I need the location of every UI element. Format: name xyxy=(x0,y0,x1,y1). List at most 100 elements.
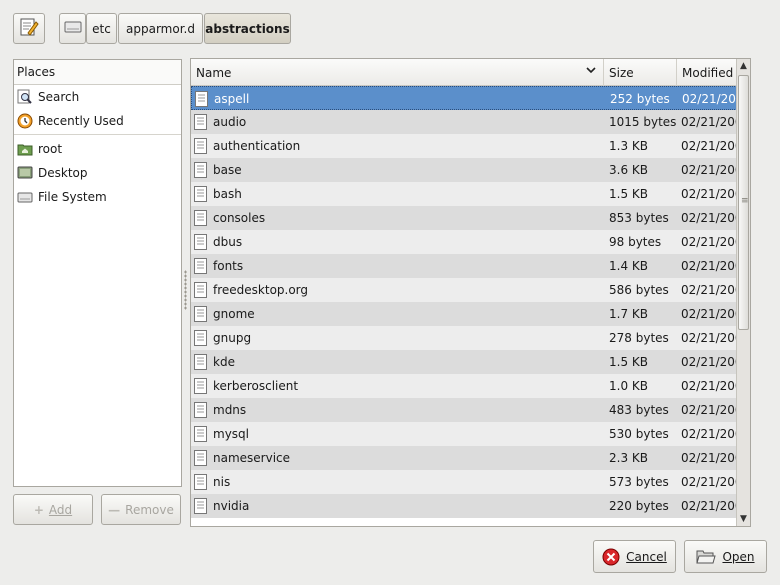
file-row[interactable]: kerberosclient 1.0 KB 02/21/2009 xyxy=(191,374,750,398)
crumb-label: apparmor.d xyxy=(126,21,195,36)
file-row[interactable]: consoles 853 bytes 02/21/2009 xyxy=(191,206,750,230)
open-label: Open xyxy=(722,549,755,564)
places-separator xyxy=(14,134,181,135)
file-name: nvidia xyxy=(213,499,250,513)
file-name: base xyxy=(213,163,242,177)
file-row[interactable]: aspell 252 bytes 02/21/2009 xyxy=(191,86,750,110)
file-row[interactable]: mdns 483 bytes 02/21/2009 xyxy=(191,398,750,422)
file-size: 1.4 KB xyxy=(609,259,648,273)
file-name: consoles xyxy=(213,211,266,225)
column-modified-label: Modified xyxy=(682,66,734,80)
text-file-icon xyxy=(194,114,207,130)
crumb-filesystem[interactable] xyxy=(59,13,86,44)
file-name: authentication xyxy=(213,139,301,153)
drive-icon xyxy=(16,188,34,206)
file-size: 1.5 KB xyxy=(609,187,648,201)
file-size: 1.0 KB xyxy=(609,379,648,393)
text-file-icon xyxy=(194,234,207,250)
file-row[interactable]: freedesktop.org 586 bytes 02/21/2009 xyxy=(191,278,750,302)
file-row[interactable]: kde 1.5 KB 02/21/2009 xyxy=(191,350,750,374)
home-folder-icon xyxy=(16,140,34,158)
crumb-label: etc xyxy=(92,21,111,36)
file-row[interactable]: bash 1.5 KB 02/21/2009 xyxy=(191,182,750,206)
places-panel: Places Search Recently Used root Desktop… xyxy=(13,59,182,487)
text-file-icon xyxy=(194,162,207,178)
text-file-icon xyxy=(194,282,207,298)
crumb-etc[interactable]: etc xyxy=(86,13,117,44)
places-header[interactable]: Places xyxy=(14,60,181,85)
search-icon xyxy=(16,88,34,106)
file-name: mysql xyxy=(213,427,249,441)
text-file-icon xyxy=(194,210,207,226)
chevron-down-icon xyxy=(585,64,597,79)
place-label: File System xyxy=(38,190,107,204)
column-name-label: Name xyxy=(196,66,232,80)
desktop-icon xyxy=(16,164,34,182)
file-size: 2.3 KB xyxy=(609,451,648,465)
text-file-icon xyxy=(194,450,207,466)
file-name: mdns xyxy=(213,403,247,417)
place-file-system[interactable]: File System xyxy=(14,185,181,209)
file-name: kerberosclient xyxy=(213,379,299,393)
file-row[interactable]: authentication 1.3 KB 02/21/2009 xyxy=(191,134,750,158)
place-recently-used[interactable]: Recently Used xyxy=(14,109,181,133)
open-folder-icon xyxy=(696,548,717,566)
add-bookmark-button[interactable]: + Add xyxy=(13,494,93,525)
text-file-icon xyxy=(194,498,207,514)
file-name: audio xyxy=(213,115,247,129)
file-name: bash xyxy=(213,187,242,201)
open-button[interactable]: Open xyxy=(684,540,767,573)
file-name: kde xyxy=(213,355,235,369)
remove-bookmark-button[interactable]: — Remove xyxy=(101,494,181,525)
file-name: gnupg xyxy=(213,331,252,345)
scroll-down-arrow-icon[interactable]: ▼ xyxy=(737,512,750,526)
file-size: 3.6 KB xyxy=(609,163,648,177)
text-file-icon xyxy=(194,474,207,490)
file-name: gnome xyxy=(213,307,255,321)
cancel-button[interactable]: Cancel xyxy=(593,540,676,573)
place-root[interactable]: root xyxy=(14,137,181,161)
scroll-thumb[interactable]: ≡ xyxy=(738,75,749,330)
type-location-button[interactable] xyxy=(13,13,45,44)
file-row[interactable]: nameservice 2.3 KB 02/21/2009 xyxy=(191,446,750,470)
column-header-modified[interactable]: Modified xyxy=(677,59,737,86)
place-search[interactable]: Search xyxy=(14,85,181,109)
file-row[interactable]: fonts 1.4 KB 02/21/2009 xyxy=(191,254,750,278)
file-size: 1015 bytes xyxy=(609,115,677,129)
pane-resize-handle[interactable] xyxy=(184,270,187,310)
text-file-icon xyxy=(194,378,207,394)
file-rows: aspell 252 bytes 02/21/2009 audio 1015 bytes… xyxy=(191,86,750,518)
place-label: Desktop xyxy=(38,166,88,180)
cancel-icon xyxy=(602,548,620,566)
place-label: Search xyxy=(38,90,80,104)
crumb-apparmor[interactable]: apparmor.d xyxy=(118,13,203,44)
file-row[interactable]: dbus 98 bytes 02/21/2009 xyxy=(191,230,750,254)
file-row[interactable]: gnupg 278 bytes 02/21/2009 xyxy=(191,326,750,350)
file-size: 220 bytes xyxy=(609,499,669,513)
cancel-label: Cancel xyxy=(626,549,667,564)
file-size: 278 bytes xyxy=(609,331,669,345)
place-label: Recently Used xyxy=(38,114,124,128)
vertical-scrollbar[interactable]: ▲ ≡ ▼ xyxy=(736,59,750,526)
crumb-label: abstractions xyxy=(205,21,290,36)
file-row[interactable]: nvidia 220 bytes 02/21/2009 xyxy=(191,494,750,518)
crumb-abstractions[interactable]: abstractions xyxy=(204,13,291,44)
column-header-name[interactable]: Name xyxy=(191,59,604,86)
minus-icon: — xyxy=(108,502,121,517)
file-row[interactable]: nis 573 bytes 02/21/2009 xyxy=(191,470,750,494)
scroll-up-arrow-icon[interactable]: ▲ xyxy=(737,59,750,73)
file-name: aspell xyxy=(214,92,250,106)
place-label: root xyxy=(38,142,63,156)
file-row[interactable]: audio 1015 bytes 02/21/2009 xyxy=(191,110,750,134)
file-row[interactable]: base 3.6 KB 02/21/2009 xyxy=(191,158,750,182)
column-header-size[interactable]: Size xyxy=(604,59,677,86)
file-row[interactable]: gnome 1.7 KB 02/21/2009 xyxy=(191,302,750,326)
file-row[interactable]: mysql 530 bytes 02/21/2009 xyxy=(191,422,750,446)
column-size-label: Size xyxy=(609,66,634,80)
file-list: Name Size Modified aspell 252 bytes 02/21/… xyxy=(190,58,751,527)
add-label: Add xyxy=(48,502,73,517)
file-name: freedesktop.org xyxy=(213,283,309,297)
recent-icon xyxy=(16,112,34,130)
file-size: 1.5 KB xyxy=(609,355,648,369)
place-desktop[interactable]: Desktop xyxy=(14,161,181,185)
